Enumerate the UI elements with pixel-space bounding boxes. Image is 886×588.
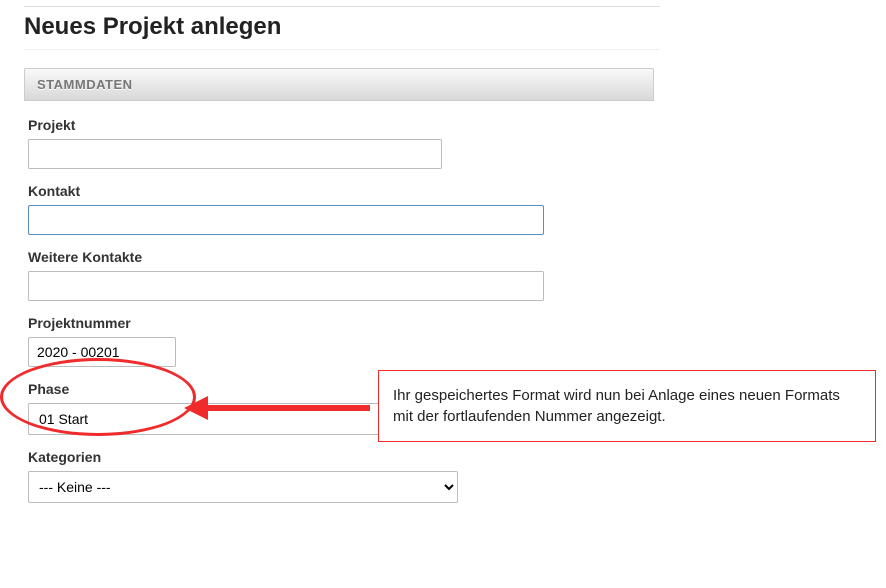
label-projekt: Projekt: [28, 117, 660, 133]
page-title: Neues Projekt anlegen: [24, 13, 660, 50]
annotation-callout: Ihr gespeichertes Format wird nun bei An…: [378, 370, 876, 442]
input-projektnummer[interactable]: [28, 337, 176, 367]
label-kategorien: Kategorien: [28, 449, 660, 465]
label-projektnummer: Projektnummer: [28, 315, 660, 331]
label-weitere-kontakte: Weitere Kontakte: [28, 249, 660, 265]
select-kategorien[interactable]: --- Keine ---: [28, 471, 458, 503]
panel-header-stammdaten: STAMMDATEN: [24, 68, 654, 101]
input-weitere-kontakte[interactable]: [28, 271, 544, 301]
input-kontakt[interactable]: [28, 205, 544, 235]
input-projekt[interactable]: [28, 139, 442, 169]
label-kontakt: Kontakt: [28, 183, 660, 199]
form-stammdaten: Projekt Kontakt Weitere Kontakte Projekt…: [24, 101, 660, 503]
